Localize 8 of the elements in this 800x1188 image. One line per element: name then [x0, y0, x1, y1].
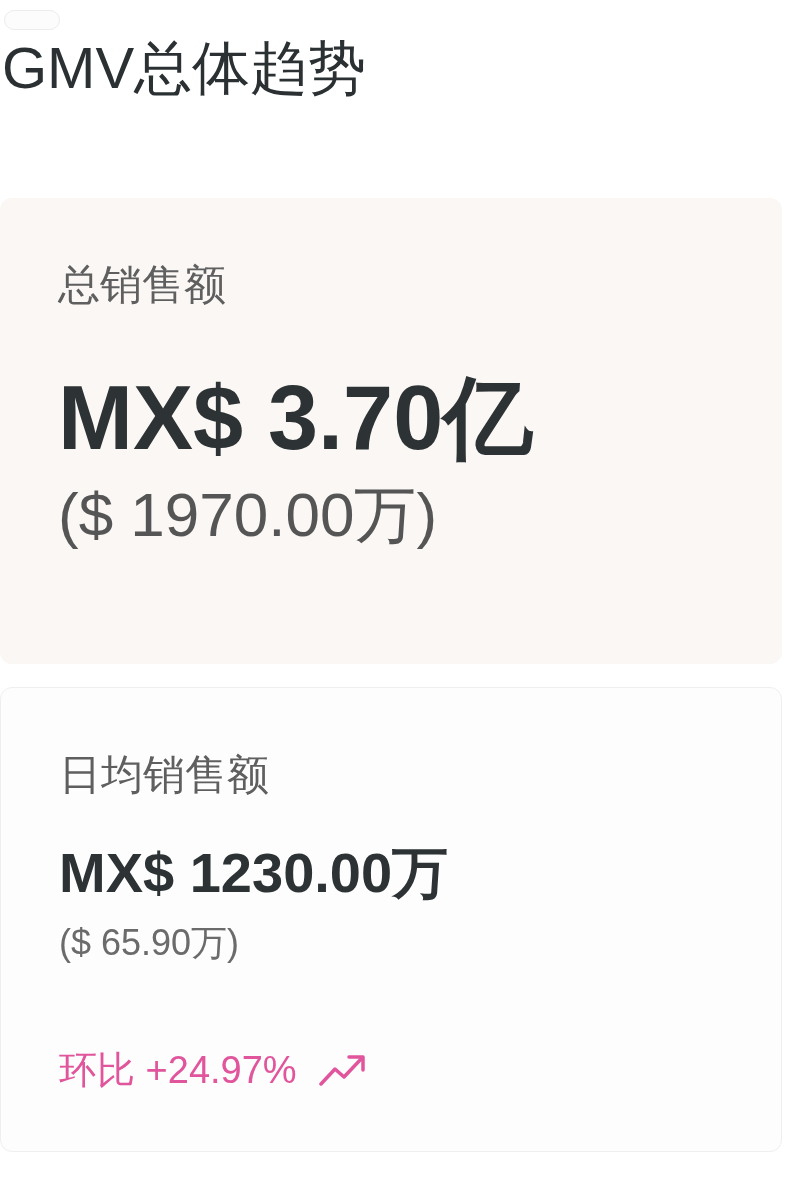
- stat-sub-value: ($ 1970.00万): [58, 480, 438, 550]
- stat-label: 日均销售额: [59, 751, 269, 799]
- stat-sub-value: ($ 65.90万): [59, 921, 240, 965]
- change-rate: 环比 +24.97%: [59, 1048, 297, 1093]
- page-title: GMV总体趋势: [2, 36, 367, 100]
- stat-value: MX$ 3.70亿: [58, 368, 534, 468]
- stat-label: 总销售额: [58, 261, 226, 309]
- stat-value: MX$ 1230.00万: [59, 840, 449, 906]
